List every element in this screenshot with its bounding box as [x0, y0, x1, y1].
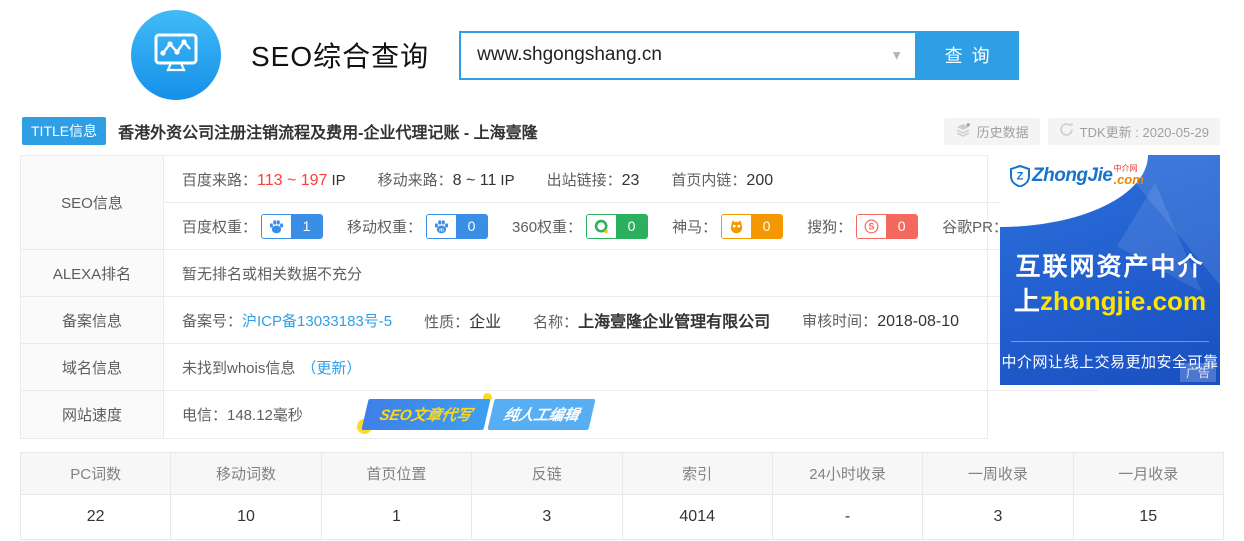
stats-value-backlinks[interactable]: 3 — [471, 494, 623, 540]
ad-tag: 广告 — [1179, 363, 1216, 382]
alexa-row: 暂无排名或相关数据不充分 — [164, 250, 1098, 297]
beian-number-link[interactable]: 沪ICP备13033183号-5 — [242, 313, 392, 330]
row-label-alexa: ALEXA排名 — [21, 250, 164, 297]
refresh-icon — [1059, 122, 1074, 140]
app-logo — [131, 10, 221, 100]
app-title: SEO综合查询 — [251, 41, 430, 72]
speed-row: 电信：148.12毫秒 SEO文章代写 纯人工编辑 — [164, 391, 1098, 438]
stats-value-pc-words[interactable]: 22 — [19, 494, 172, 540]
stats-header-backlinks: 反链 — [471, 452, 623, 495]
svg-text:S: S — [869, 221, 875, 231]
homepage-inner-links: 首页内链：200 — [671, 171, 774, 189]
stats-value-collect-month[interactable]: 15 — [1072, 494, 1225, 540]
title-info-badge: TITLE信息 — [22, 117, 107, 145]
beian-row: 备案号：沪ICP备13033183号-5 性质：企业 名称：上海壹隆企业管理有限… — [164, 297, 1098, 344]
stats-value-index[interactable]: 4014 — [621, 494, 773, 540]
sogou-weight-badge[interactable]: S 0 — [856, 213, 919, 239]
search-bar: ▼ 查 询 — [459, 30, 1020, 80]
history-data-button[interactable]: 历史数据 — [943, 117, 1040, 145]
seo-info-table: SEO信息 ALEXA排名 备案信息 域名信息 网站速度 百度来路：113 ~ … — [20, 155, 1098, 439]
traffic-row: 百度来路：113 ~ 197 IP 移动来路：8 ~ 11 IP 出站链接：23 首… — [164, 156, 1098, 203]
weights-row: 百度权重： 1 移动权重： m 0 360权重： 0 神马： 0 搜狗： S 0… — [164, 203, 1098, 250]
stats-header-index: 索引 — [621, 452, 773, 495]
promo-left-label: SEO文章代写 — [361, 399, 491, 430]
promo-right-label: 纯人工编辑 — [486, 399, 596, 430]
row-label-beian: 备案信息 — [21, 297, 164, 344]
ad-headline: 互联网资产中介 — [1015, 253, 1205, 281]
beian-nature: 性质：企业 — [424, 314, 502, 331]
stats-value-collect-week[interactable]: 3 — [922, 494, 1074, 540]
weight-mobile: 移动权重： m 0 — [347, 213, 489, 239]
baidu-paw-icon — [262, 214, 292, 238]
stats-header-collect-24h: 24小时收录 — [771, 452, 924, 495]
svg-text:m: m — [439, 227, 444, 233]
main-area: SEO信息 ALEXA排名 备案信息 域名信息 网站速度 百度来路：113 ~ … — [20, 155, 1244, 439]
baidu-traffic: 百度来路：113 ~ 197 IP — [182, 171, 346, 189]
baidu-mobile-paw-icon: m — [427, 214, 457, 238]
stats-table: PC词数 移动词数 首页位置 反链 索引 24小时收录 一周收录 一月收录 22… — [19, 452, 1225, 540]
stats-value-row: 22 10 1 3 4014 - 3 15 — [19, 494, 1225, 540]
domain-row: 未找到whois信息 （更新） — [164, 344, 1098, 391]
speed-value: 电信：148.12毫秒 — [182, 407, 303, 424]
shenma-owl-icon — [722, 214, 752, 238]
beian-number: 备案号：沪ICP备13033183号-5 — [182, 312, 393, 330]
promo-banner[interactable]: SEO文章代写 纯人工编辑 — [356, 393, 596, 434]
header: SEO综合查询 ▼ 查 询 — [0, 0, 1244, 110]
outbound-links: 出站链接：23 — [546, 171, 640, 189]
alexa-value: 暂无排名或相关数据不充分 — [182, 265, 363, 283]
whois-value: 未找到whois信息 — [182, 359, 296, 377]
sogou-s-icon: S — [857, 214, 887, 238]
stats-header-row: PC词数 移动词数 首页位置 反链 索引 24小时收录 一周收录 一月收录 — [19, 452, 1225, 495]
chevron-down-icon[interactable]: ▼ — [890, 48, 903, 63]
stats-header-pc-words: PC词数 — [19, 452, 172, 495]
stats-value-home-position[interactable]: 1 — [320, 494, 473, 540]
mobile-weight-badge[interactable]: m 0 — [426, 213, 489, 239]
weight-baidu: 百度权重： 1 — [182, 213, 324, 239]
shield-icon: Z — [1010, 165, 1030, 187]
baidu-weight-badge[interactable]: 1 — [261, 213, 324, 239]
row-label-domain: 域名信息 — [21, 344, 164, 391]
stats-value-mobile-words[interactable]: 10 — [170, 494, 322, 540]
stats-value-collect-24h: - — [771, 494, 924, 540]
stats-header-collect-month: 一月收录 — [1072, 452, 1225, 495]
ad-domain-line: 上zhongjie.com — [1013, 286, 1207, 316]
beian-company: 名称：上海壹隆企业管理有限公司 — [533, 314, 771, 331]
zhongjie-logo: Z ZhongJie 中介网 .com — [1010, 165, 1144, 187]
title-bar: TITLE信息 香港外资公司注册注销流程及费用-企业代理记账 - 上海壹隆 历史… — [22, 115, 1220, 147]
monitor-chart-icon — [149, 26, 203, 85]
weight-shenma: 神马： 0 — [672, 213, 784, 239]
row-label-seo: SEO信息 — [21, 156, 164, 250]
query-button[interactable]: 查 询 — [917, 30, 1020, 80]
row-label-speed: 网站速度 — [21, 391, 164, 438]
beian-audit-time: 审核时间：2018-08-10 — [802, 312, 960, 330]
ad-divider — [1011, 341, 1209, 342]
ad-banner[interactable]: Z ZhongJie 中介网 .com 互联网资产中介 上zhongjie.co… — [1000, 155, 1220, 385]
stats-header-home-position: 首页位置 — [320, 452, 473, 495]
svg-text:Z: Z — [1017, 171, 1024, 183]
search-input[interactable] — [459, 30, 918, 80]
weight-360-badge[interactable]: 0 — [586, 213, 649, 239]
stats-header-collect-week: 一周收录 — [922, 452, 1074, 495]
stats-header-mobile-words: 移动词数 — [170, 452, 322, 495]
weight-sogou: 搜狗： S 0 — [807, 213, 919, 239]
layers-icon — [955, 122, 971, 141]
page-title: 香港外资公司注册注销流程及费用-企业代理记账 - 上海壹隆 — [118, 125, 538, 142]
360-logo-icon — [587, 214, 617, 238]
whois-update-link[interactable]: （更新） — [301, 357, 361, 378]
weight-360: 360权重： 0 — [512, 213, 649, 239]
mobile-traffic: 移动来路：8 ~ 11 IP — [377, 171, 515, 189]
shenma-weight-badge[interactable]: 0 — [721, 213, 784, 239]
tdk-update-button[interactable]: TDK更新 : 2020-05-29 — [1047, 117, 1220, 145]
